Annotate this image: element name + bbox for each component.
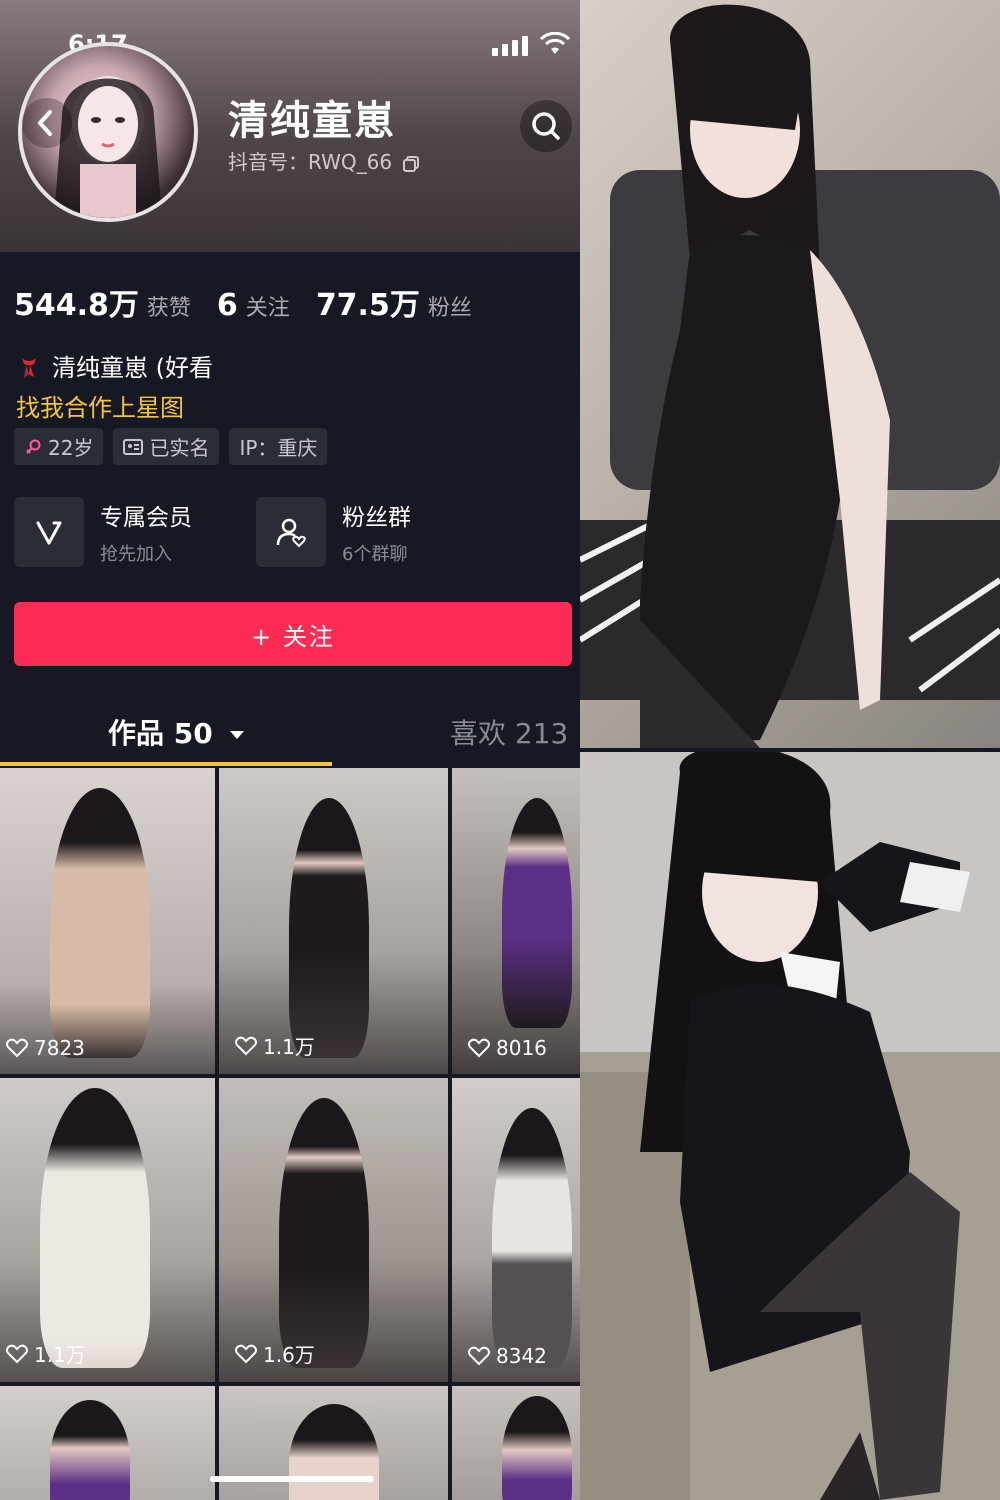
fan-group-icon bbox=[256, 497, 326, 567]
copy-icon[interactable] bbox=[402, 155, 420, 173]
stat-followers[interactable]: 77.5万 粉丝 bbox=[316, 280, 472, 324]
ip-tag: IP：重庆 bbox=[229, 428, 328, 465]
like-count: 1.6万 bbox=[235, 1339, 315, 1368]
id-card-icon bbox=[123, 438, 144, 455]
search-button[interactable] bbox=[520, 100, 572, 152]
verified-tag: 已实名 bbox=[113, 428, 220, 465]
heart-icon bbox=[6, 1344, 28, 1363]
douyin-id-text: 抖音号：RWQ_66 bbox=[228, 150, 393, 174]
vip-v-icon bbox=[14, 497, 84, 567]
heart-icon bbox=[235, 1344, 257, 1363]
profile-screen: 6:17 清纯童崽 抖音号：RWQ_66 bbox=[0, 0, 580, 1500]
caret-down-icon bbox=[230, 731, 245, 739]
member-subtitle: 抢先加入 bbox=[100, 544, 172, 565]
heart-icon bbox=[6, 1038, 28, 1058]
tab-works[interactable]: 作品 50 bbox=[108, 712, 246, 752]
profile-stats: 544.8万 获赞 6 关注 77.5万 粉丝 bbox=[14, 280, 472, 324]
video-thumbnail[interactable]: 1.6万 bbox=[219, 1078, 448, 1382]
photo-black-suit bbox=[580, 752, 1000, 1500]
video-thumbnail[interactable]: 7823 bbox=[0, 768, 215, 1074]
like-count: 1.1万 bbox=[235, 1031, 315, 1060]
bio-line: 清纯童崽 (好看 bbox=[16, 348, 213, 383]
profile-header: 6:17 清纯童崽 抖音号：RWQ_66 bbox=[0, 0, 580, 252]
chevron-left-icon bbox=[38, 110, 52, 136]
video-thumbnail[interactable] bbox=[452, 1386, 580, 1500]
cellular-signal-icon bbox=[492, 36, 528, 56]
video-thumbnail[interactable]: 8342 bbox=[452, 1078, 580, 1382]
bio-link[interactable]: 找我合作上星图 bbox=[16, 388, 184, 423]
video-thumbnail[interactable]: 1.1万 bbox=[219, 768, 448, 1074]
video-thumbnail[interactable] bbox=[0, 1386, 215, 1500]
wifi-icon bbox=[539, 31, 571, 60]
tab-likes[interactable]: 喜欢 213 bbox=[450, 712, 568, 752]
fan-group-card[interactable]: 粉丝群 6个群聊 bbox=[256, 496, 411, 568]
search-icon bbox=[532, 112, 560, 140]
red-scarf-icon bbox=[22, 358, 36, 378]
female-icon bbox=[26, 439, 41, 454]
tab-indicator bbox=[0, 762, 332, 766]
heart-icon bbox=[468, 1038, 490, 1058]
profile-tags: 22岁 已实名 IP：重庆 bbox=[14, 428, 328, 465]
like-count: 7823 bbox=[6, 1036, 85, 1060]
douyin-id[interactable]: 抖音号：RWQ_66 bbox=[228, 146, 420, 175]
heart-icon bbox=[468, 1346, 490, 1366]
stat-following[interactable]: 6 关注 bbox=[217, 288, 290, 323]
home-indicator[interactable] bbox=[210, 1476, 374, 1482]
back-button[interactable] bbox=[22, 98, 72, 148]
age-tag: 22岁 bbox=[14, 428, 104, 465]
stat-likes[interactable]: 544.8万 获赞 bbox=[14, 280, 191, 324]
video-thumbnail[interactable]: 1.1万 bbox=[0, 1078, 215, 1382]
fan-group-subtitle: 6个群聊 bbox=[342, 544, 408, 565]
video-thumbnail[interactable]: 8016 bbox=[452, 768, 580, 1074]
bio-text: 清纯童崽 (好看 bbox=[52, 354, 213, 382]
like-count: 8342 bbox=[468, 1344, 547, 1368]
like-count: 1.1万 bbox=[6, 1339, 86, 1368]
content-tabs: 作品 50 喜欢 213 bbox=[0, 712, 580, 768]
profile-name: 清纯童崽 bbox=[228, 98, 396, 144]
fan-group-title: 粉丝群 bbox=[342, 505, 411, 531]
feature-cards: 专属会员 抢先加入 粉丝群 6个群聊 bbox=[14, 496, 574, 568]
member-title: 专属会员 bbox=[100, 505, 192, 531]
photo-black-cheongsam bbox=[580, 0, 1000, 748]
heart-icon bbox=[235, 1036, 257, 1055]
like-count: 8016 bbox=[468, 1036, 547, 1060]
follow-button[interactable]: + 关注 bbox=[14, 602, 572, 666]
video-thumbnail[interactable] bbox=[219, 1386, 448, 1500]
video-grid: 7823 1.1万 8016 1.1万 1.6万 8342 bbox=[0, 768, 580, 1500]
member-card[interactable]: 专属会员 抢先加入 bbox=[14, 496, 192, 568]
